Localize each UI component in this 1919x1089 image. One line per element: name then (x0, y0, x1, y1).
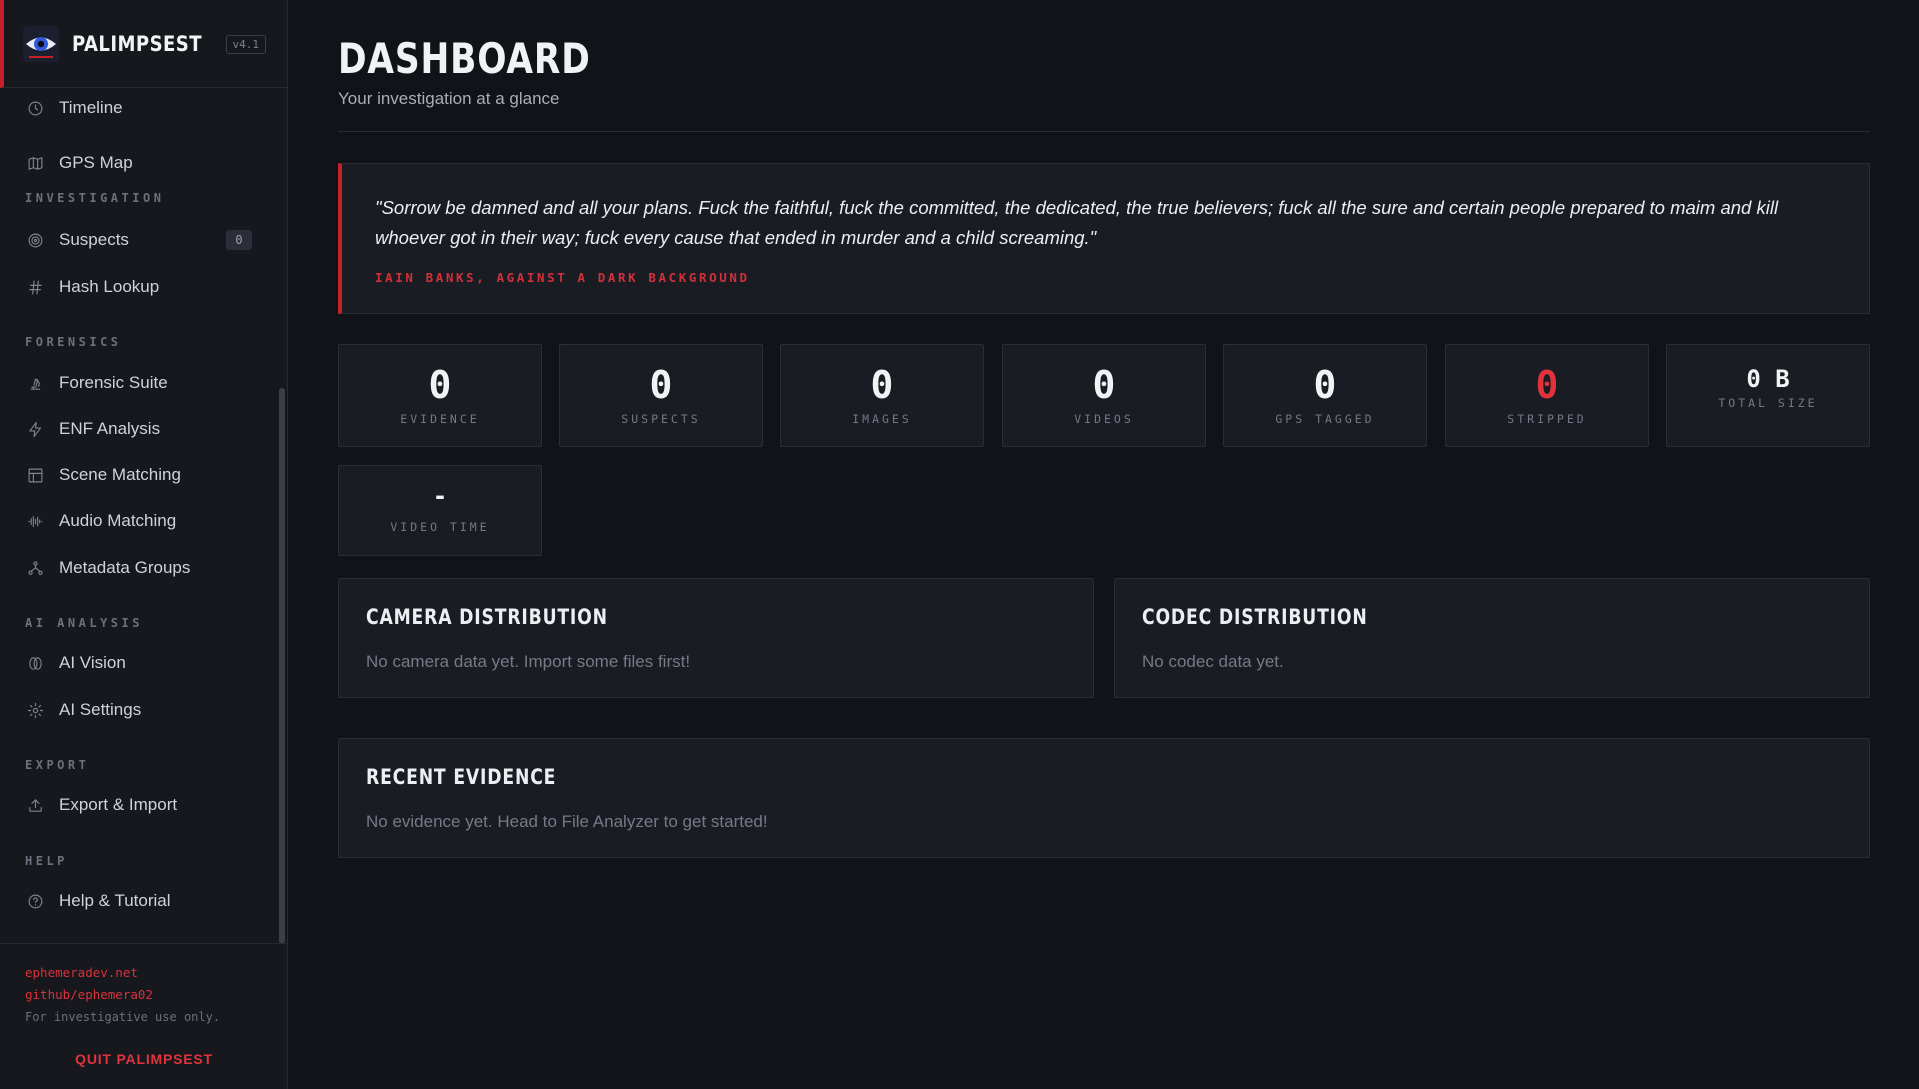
layout-icon (26, 466, 44, 484)
sidebar-item-enf-analysis[interactable]: ENF Analysis (0, 409, 270, 449)
stat-value: 0 (1092, 363, 1116, 407)
sidebar-item-label: AI Vision (59, 653, 126, 672)
quote-text: "Sorrow be damned and all your plans. Fu… (375, 197, 1779, 248)
sidebar-item-label: GPS Map (59, 153, 133, 172)
sidebar-item-label: AI Settings (59, 700, 142, 719)
quote-attribution: IAIN BANKS, AGAINST A DARK BACKGROUND (375, 270, 750, 285)
sidebar-item-export-import[interactable]: Export & Import (0, 785, 270, 825)
recent-evidence-panel: RECENT EVIDENCE No evidence yet. Head to… (338, 738, 1870, 858)
github-link[interactable]: github/ephemera02 (25, 987, 153, 1002)
sidebar-item-ai-settings[interactable]: AI Settings (0, 690, 270, 730)
stat-card-images: 0 IMAGES (780, 344, 984, 447)
usage-note: For investigative use only. (25, 1010, 221, 1024)
panel-title: CODEC DISTRIBUTION (1142, 605, 1368, 629)
main-content: DASHBOARD Your investigation at a glance… (289, 0, 1919, 1089)
gear-icon (26, 701, 44, 719)
sidebar-item-label: Suspects (59, 230, 129, 249)
target-icon (26, 231, 44, 249)
stat-label: VIDEOS (1074, 412, 1134, 426)
vision-icon (26, 654, 44, 672)
sidebar-item-label: Timeline (59, 98, 123, 117)
section-ai-analysis: AI ANALYSIS (25, 616, 143, 630)
eye-logo-icon (23, 25, 59, 62)
sidebar-item-hash-lookup[interactable]: Hash Lookup (0, 267, 270, 307)
panel-title: CAMERA DISTRIBUTION (366, 605, 608, 629)
stat-value: - (432, 482, 448, 510)
section-export: EXPORT (25, 758, 90, 772)
sidebar-item-forensic-suite[interactable]: Forensic Suite (0, 363, 270, 403)
sidebar-item-label: Forensic Suite (59, 373, 168, 392)
quit-button[interactable]: QUIT PALIMPSEST (0, 1046, 288, 1072)
sidebar-item-label: Scene Matching (59, 465, 181, 484)
map-icon (26, 154, 44, 172)
header-divider (338, 131, 1870, 132)
sidebar-footer: ephemeradev.net github/ephemera02 For in… (0, 943, 288, 1089)
network-icon (26, 559, 44, 577)
stat-value: 0 (870, 363, 894, 407)
quote-card: "Sorrow be damned and all your plans. Fu… (338, 163, 1870, 314)
stat-value: 0 (428, 363, 452, 407)
sidebar-item-ai-vision[interactable]: AI Vision (0, 643, 270, 683)
sidebar-item-help-tutorial[interactable]: Help & Tutorial (0, 881, 270, 921)
stat-card-suspects: 0 SUSPECTS (559, 344, 763, 447)
stat-label: EVIDENCE (400, 412, 480, 426)
codec-distribution-panel: CODEC DISTRIBUTION No codec data yet. (1114, 578, 1870, 698)
section-investigation: INVESTIGATION (25, 191, 165, 205)
microscope-icon (26, 374, 44, 392)
stat-card-stripped: 0 STRIPPED (1445, 344, 1649, 447)
version-badge: v4.1 (225, 35, 266, 54)
sidebar-item-scene-matching[interactable]: Scene Matching (0, 455, 270, 495)
stat-card-gps-tagged: 0 GPS TAGGED (1223, 344, 1427, 447)
sidebar-item-label: ENF Analysis (59, 419, 161, 438)
panel-empty-text: No codec data yet. (1142, 652, 1284, 671)
sidebar-item-suspects[interactable]: Suspects 0 (0, 220, 270, 260)
clock-icon (26, 99, 44, 117)
stat-value: 0 (1535, 363, 1559, 407)
sidebar-item-label: Hash Lookup (59, 277, 160, 296)
stat-card-videos: 0 VIDEOS (1002, 344, 1206, 447)
stat-label: TOTAL SIZE (1718, 396, 1818, 410)
sidebar-scrollbar[interactable] (279, 388, 285, 944)
sidebar-nav: Timeline GPS Map INVESTIGATION Suspects … (0, 88, 280, 943)
upload-icon (26, 796, 44, 814)
stat-value: 0 B (1746, 365, 1790, 393)
sidebar-item-metadata-groups[interactable]: Metadata Groups (0, 548, 270, 588)
hash-icon (26, 278, 44, 296)
section-forensics: FORENSICS (25, 335, 122, 349)
suspects-count-badge: 0 (226, 230, 252, 250)
panel-title: RECENT EVIDENCE (366, 765, 557, 789)
stat-card-video-time: - VIDEO TIME (338, 465, 542, 556)
section-help: HELP (25, 854, 68, 868)
sidebar-item-label: Help & Tutorial (59, 891, 171, 910)
help-circle-icon (26, 892, 44, 910)
brand-header: PALIMPSEST v4.1 (0, 0, 288, 88)
sidebar: PALIMPSEST v4.1 Timeline GPS Map INVESTI… (0, 0, 288, 1089)
stat-card-total-size: 0 B TOTAL SIZE (1666, 344, 1870, 447)
sidebar-item-audio-matching[interactable]: Audio Matching (0, 501, 270, 541)
sidebar-item-label: Audio Matching (59, 511, 177, 530)
stat-label: GPS TAGGED (1275, 412, 1375, 426)
sidebar-item-label: Metadata Groups (59, 558, 191, 577)
stat-label: IMAGES (852, 412, 912, 426)
page-title: DASHBOARD (338, 34, 591, 83)
stat-label: STRIPPED (1507, 412, 1587, 426)
panel-empty-text: No evidence yet. Head to File Analyzer t… (366, 812, 768, 831)
lightning-icon (26, 420, 44, 438)
stat-card-evidence: 0 EVIDENCE (338, 344, 542, 447)
sidebar-item-label: Export & Import (59, 795, 178, 814)
app-name: PALIMPSEST (72, 31, 202, 56)
website-link[interactable]: ephemeradev.net (25, 965, 138, 980)
sidebar-item-timeline[interactable]: Timeline (0, 88, 270, 128)
stat-label: SUSPECTS (621, 412, 701, 426)
stat-label: VIDEO TIME (390, 520, 490, 534)
camera-distribution-panel: CAMERA DISTRIBUTION No camera data yet. … (338, 578, 1094, 698)
page-subtitle: Your investigation at a glance (338, 89, 560, 108)
panel-empty-text: No camera data yet. Import some files fi… (366, 652, 691, 671)
audio-waveform-icon (26, 512, 44, 530)
stat-value: 0 (1313, 363, 1337, 407)
stat-value: 0 (649, 363, 673, 407)
sidebar-item-gps-map[interactable]: GPS Map (0, 143, 270, 183)
